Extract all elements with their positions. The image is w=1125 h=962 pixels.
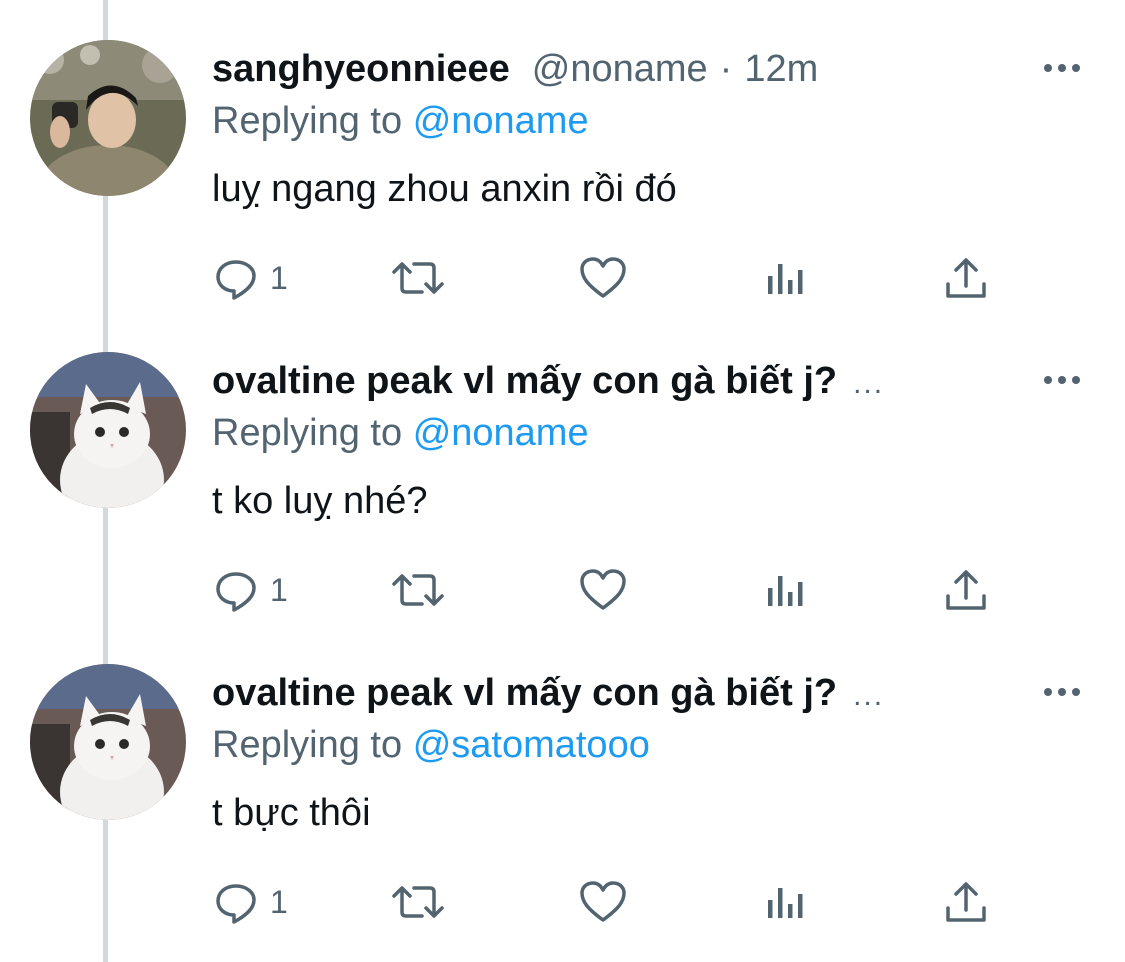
display-name[interactable]: ovaltine peak vl mấy con gà biết j? bbox=[212, 360, 837, 402]
tweet-actions: 1 bbox=[212, 562, 1012, 618]
mention-link[interactable]: @noname bbox=[413, 100, 589, 142]
tweet-header: ovaltine peak vl mấy con gà biết j?... bbox=[212, 668, 884, 718]
share-icon bbox=[942, 878, 990, 926]
name-overflow: ... bbox=[853, 679, 885, 712]
share-icon bbox=[942, 254, 990, 302]
more-icon[interactable] bbox=[1040, 680, 1084, 704]
tweet[interactable]: ovaltine peak vl mấy con gà biết j?... R… bbox=[0, 624, 1125, 936]
reply-icon bbox=[212, 878, 260, 926]
avatar[interactable] bbox=[30, 40, 186, 196]
share-button[interactable] bbox=[942, 250, 990, 306]
retweet-icon bbox=[388, 254, 448, 302]
tweet-header: sanghyeonnieee @noname · 12m bbox=[212, 44, 818, 94]
tweet[interactable]: sanghyeonnieee @noname · 12m Replying to @n… bbox=[0, 0, 1125, 312]
mention-link[interactable]: @satomatooo bbox=[413, 724, 650, 766]
name-overflow: ... bbox=[853, 367, 885, 400]
share-icon bbox=[942, 566, 990, 614]
retweet-button[interactable] bbox=[388, 250, 448, 306]
reply-button[interactable]: 1 bbox=[212, 250, 288, 306]
retweet-button[interactable] bbox=[388, 562, 448, 618]
tweet[interactable]: ovaltine peak vl mấy con gà biết j?... R… bbox=[0, 312, 1125, 624]
like-icon bbox=[578, 254, 628, 302]
reply-button[interactable]: 1 bbox=[212, 874, 288, 930]
reply-count: 1 bbox=[270, 259, 288, 296]
tweet-text: t bực thôi bbox=[212, 792, 371, 834]
mention-link[interactable]: @noname bbox=[413, 412, 589, 454]
like-button[interactable] bbox=[578, 250, 628, 306]
replying-label: Replying to bbox=[212, 100, 403, 142]
reply-icon bbox=[212, 254, 260, 302]
display-name[interactable]: sanghyeonnieee bbox=[212, 48, 510, 90]
analytics-button[interactable] bbox=[764, 562, 808, 618]
tweet-header: ovaltine peak vl mấy con gà biết j?... bbox=[212, 356, 884, 406]
reply-button[interactable]: 1 bbox=[212, 562, 288, 618]
analytics-button[interactable] bbox=[764, 874, 808, 930]
retweet-icon bbox=[388, 878, 448, 926]
replying-to: Replying to @satomatooo bbox=[212, 720, 650, 770]
more-icon[interactable] bbox=[1040, 56, 1084, 80]
share-button[interactable] bbox=[942, 562, 990, 618]
share-button[interactable] bbox=[942, 874, 990, 930]
reply-icon bbox=[212, 566, 260, 614]
more-icon[interactable] bbox=[1040, 368, 1084, 392]
tweet-actions: 1 bbox=[212, 874, 1012, 930]
handle[interactable]: @noname bbox=[532, 48, 708, 90]
reply-count: 1 bbox=[270, 571, 288, 608]
replying-label: Replying to bbox=[212, 724, 403, 766]
analytics-button[interactable] bbox=[764, 250, 808, 306]
like-icon bbox=[578, 878, 628, 926]
analytics-icon bbox=[764, 878, 808, 926]
tweet-text: luỵ ngang zhou anxin rồi đó bbox=[212, 168, 677, 210]
replying-label: Replying to bbox=[212, 412, 403, 454]
like-button[interactable] bbox=[578, 874, 628, 930]
analytics-icon bbox=[764, 254, 808, 302]
like-icon bbox=[578, 566, 628, 614]
reply-count: 1 bbox=[270, 883, 288, 920]
display-name[interactable]: ovaltine peak vl mấy con gà biết j? bbox=[212, 672, 837, 714]
timestamp[interactable]: 12m bbox=[744, 48, 818, 90]
retweet-icon bbox=[388, 566, 448, 614]
replying-to: Replying to @noname bbox=[212, 96, 589, 146]
avatar[interactable] bbox=[30, 352, 186, 508]
avatar[interactable] bbox=[30, 664, 186, 820]
retweet-button[interactable] bbox=[388, 874, 448, 930]
separator: · bbox=[719, 48, 733, 90]
analytics-icon bbox=[764, 566, 808, 614]
tweet-text: t ko luỵ nhé? bbox=[212, 480, 428, 522]
replying-to: Replying to @noname bbox=[212, 408, 589, 458]
like-button[interactable] bbox=[578, 562, 628, 618]
tweet-actions: 1 bbox=[212, 250, 1012, 306]
